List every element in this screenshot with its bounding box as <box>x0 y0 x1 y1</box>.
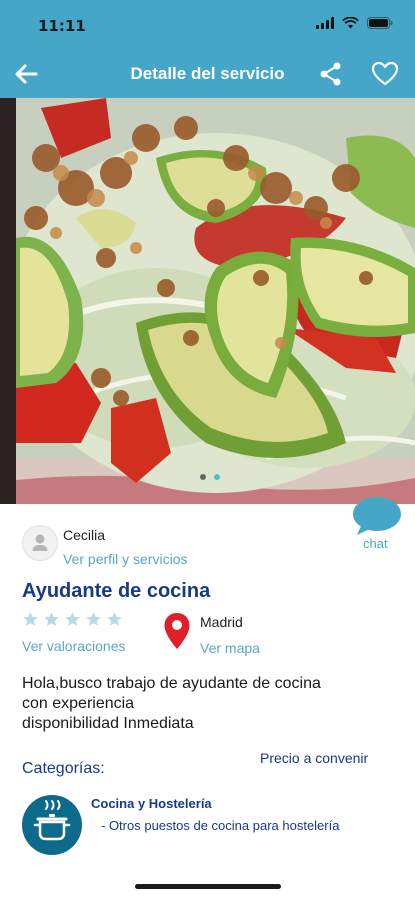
battery-icon <box>367 17 393 29</box>
chat-label: chat <box>363 536 388 551</box>
star-icon <box>65 612 80 626</box>
chat-button[interactable]: chat <box>352 496 402 554</box>
category-icon-badge[interactable] <box>22 795 82 855</box>
heart-icon[interactable] <box>371 61 399 87</box>
star-icon <box>44 612 59 626</box>
avatar[interactable] <box>22 525 58 561</box>
cellular-signal-icon <box>316 17 334 29</box>
categories-label: Categorías: <box>22 760 105 777</box>
status-icons <box>316 17 393 29</box>
star-icon <box>86 612 101 626</box>
subcategory-name[interactable]: - Otros puestos de cocina para hostelerí… <box>101 818 339 833</box>
gallery-dot-1[interactable] <box>200 474 206 480</box>
cooking-pot-icon <box>33 800 71 841</box>
salad-photo <box>16 98 415 504</box>
location-city: Madrid <box>200 614 243 630</box>
service-description: Hola,busco trabajo de ayudante de cocina… <box>22 675 321 732</box>
star-icon <box>23 612 38 626</box>
user-placeholder-icon <box>32 534 48 551</box>
provider-name: Cecilia <box>63 527 106 543</box>
view-ratings-link[interactable]: Ver valoraciones <box>22 638 126 654</box>
gallery-page-indicator <box>200 474 220 480</box>
service-title: Ayudante de cocina <box>22 580 211 602</box>
previous-photo-edge <box>0 98 16 504</box>
screen-title: Detalle del servicio <box>130 64 285 83</box>
top-app-bar: Detalle del servicio <box>0 50 415 98</box>
share-icon[interactable] <box>318 61 344 87</box>
chat-bubble-icon <box>353 497 401 535</box>
category-name[interactable]: Cocina y Hostelería <box>91 796 212 811</box>
price-label: Precio a convenir <box>260 750 369 766</box>
gallery-dot-2-active[interactable] <box>214 474 220 480</box>
rating-stars <box>22 611 123 628</box>
status-bar: 11:11 <box>0 0 415 50</box>
wifi-icon <box>342 17 359 29</box>
star-icon <box>107 612 122 626</box>
view-map-link[interactable]: Ver mapa <box>200 640 260 656</box>
home-indicator[interactable] <box>135 884 281 889</box>
app-header: 11:11 Detalle del servicio <box>0 0 415 98</box>
view-profile-link[interactable]: Ver perfil y servicios <box>63 551 187 567</box>
status-time: 11:11 <box>38 17 86 35</box>
service-photo-gallery[interactable] <box>0 98 415 504</box>
location-pin-icon[interactable] <box>163 612 191 650</box>
